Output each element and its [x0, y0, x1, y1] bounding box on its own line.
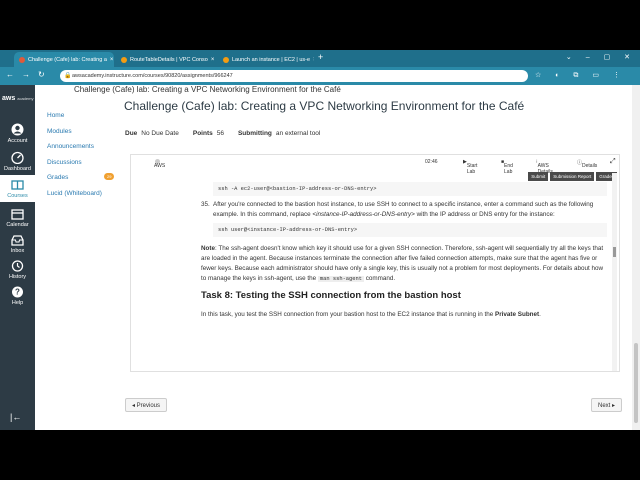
- aws-details-button[interactable]: ⁝ AWS Details: [536, 159, 553, 175]
- previous-button[interactable]: ◂ Previous: [125, 398, 168, 412]
- tab-title: RouteTableDetails | VPC Conso: [130, 56, 208, 63]
- course-nav-lucid[interactable]: Lucid (Whiteboard): [47, 190, 127, 197]
- toolbar-icons[interactable]: ☆ ◐ ⧉ ▭ ⋮: [535, 71, 626, 80]
- screen: Challenge (Cafe) lab: Creating a × Route…: [0, 50, 640, 430]
- end-lab-button[interactable]: ■ End Lab: [501, 159, 513, 175]
- scrollbar-thumb[interactable]: [634, 343, 638, 423]
- due-info: Due No Due Date: [125, 130, 179, 137]
- reload-icon[interactable]: ↻: [38, 70, 45, 79]
- svg-text:?: ?: [15, 288, 20, 297]
- courses-icon: [11, 180, 24, 190]
- browser-tab-canvas[interactable]: Challenge (Cafe) lab: Creating a ×: [14, 52, 114, 67]
- assignment-meta: Due No Due Date Points 56 Submitting an ext…: [125, 130, 320, 137]
- course-nav-modules[interactable]: Modules: [47, 128, 127, 135]
- browser-toolbar: ← → ↻ 🔒 awsacademy.instructure.com/cours…: [0, 67, 640, 85]
- collapse-icon[interactable]: |←: [10, 412, 21, 422]
- lab-scrollbar[interactable]: [612, 173, 617, 371]
- canvas-favicon-icon: [19, 56, 25, 63]
- aws-favicon-icon: [121, 56, 127, 63]
- page-title: Challenge (Cafe) lab: Creating a VPC Net…: [124, 99, 525, 113]
- lab-instructions: ssh -A ec2-user@<bastion-IP-address-or-D…: [201, 179, 607, 369]
- course-nav-home[interactable]: Home: [47, 112, 127, 119]
- global-nav: aws academy Account Dashboard Courses Cal…: [0, 85, 35, 430]
- page-scrollbar[interactable]: [632, 85, 640, 430]
- next-button[interactable]: Next ▸: [591, 398, 623, 412]
- browser-tab-launch-instance[interactable]: Launch an instance | EC2 | us-e ×: [218, 52, 314, 67]
- global-nav-account[interactable]: Account: [0, 120, 35, 146]
- note-paragraph: Note: The ssh-agent doesn't know which k…: [201, 245, 604, 282]
- dashboard-icon: [11, 151, 24, 164]
- global-nav-courses[interactable]: Courses: [0, 175, 35, 202]
- start-lab-button[interactable]: ▶ Start Lab: [463, 159, 477, 175]
- aws-status: AWS: [154, 159, 165, 169]
- task-paragraph: In this task, you test the SSH connectio…: [201, 310, 541, 318]
- aws-favicon-icon: [223, 56, 229, 63]
- account-icon: [11, 123, 24, 136]
- tab-title: Launch an instance | EC2 | us-e: [232, 56, 311, 63]
- lock-icon: 🔒: [64, 73, 72, 79]
- close-tab-icon[interactable]: ×: [208, 57, 215, 63]
- aws-academy-logo[interactable]: aws academy: [2, 95, 33, 102]
- forward-icon[interactable]: →: [22, 70, 30, 79]
- close-tab-icon[interactable]: ×: [310, 57, 314, 63]
- history-icon: [11, 260, 24, 272]
- breadcrumb[interactable]: Challenge (Cafe) lab: Creating a VPC Net…: [74, 85, 341, 94]
- task-heading: Task 8: Testing the SSH connection from …: [201, 290, 461, 302]
- help-icon: ?: [12, 286, 23, 298]
- lab-toolbar: AWS 02:46 ▶ Start Lab ■ End Lab ⁝ AWS De…: [131, 155, 619, 175]
- tab-title: Challenge (Cafe) lab: Creating a: [28, 56, 107, 63]
- global-nav-help[interactable]: ? Help: [0, 283, 35, 309]
- back-icon[interactable]: ←: [6, 70, 14, 79]
- course-nav-discussions[interactable]: Discussions: [47, 159, 127, 166]
- course-nav: Home Modules Announcements Discussions G…: [47, 112, 127, 205]
- code-block: ssh -A ec2-user@<bastion-IP-address-or-D…: [213, 182, 607, 197]
- code-block: ssh user@<instance-IP-address-or-DNS-ent…: [213, 222, 607, 238]
- global-nav-calendar[interactable]: Calendar: [0, 205, 35, 231]
- submitting-info: Submitting an external tool: [237, 130, 321, 137]
- course-nav-announcements[interactable]: Announcements: [47, 143, 127, 150]
- address-bar[interactable]: 🔒 awsacademy.instructure.com/courses/908…: [60, 70, 528, 82]
- course-nav-grades[interactable]: Grades 29: [47, 173, 127, 181]
- global-nav-history[interactable]: History: [0, 257, 35, 283]
- details-button[interactable]: ⓘ Details: [577, 159, 597, 169]
- window-controls[interactable]: ⌄ – ▢ ✕: [566, 53, 636, 61]
- browser-tab-strip: Challenge (Cafe) lab: Creating a × Route…: [0, 50, 640, 67]
- global-nav-dashboard[interactable]: Dashboard: [0, 148, 35, 174]
- step-35: 35. After you're connected to the bastio…: [201, 200, 607, 240]
- expand-icon[interactable]: ⤢: [610, 158, 616, 166]
- lab-timer: 02:46: [425, 159, 438, 165]
- browser-tab-route-table[interactable]: RouteTableDetails | VPC Conso ×: [116, 52, 216, 67]
- inbox-icon: [11, 235, 24, 246]
- new-tab-button[interactable]: +: [318, 52, 323, 62]
- lab-panel: AWS 02:46 ▶ Start Lab ■ End Lab ⁝ AWS De…: [130, 154, 620, 372]
- calendar-icon: [11, 209, 24, 220]
- grades-badge: 29: [104, 173, 115, 180]
- url-text: awsacademy.instructure.com/courses/90820…: [72, 73, 233, 79]
- global-nav-inbox[interactable]: Inbox: [0, 231, 35, 257]
- points-info: Points 56: [192, 130, 224, 137]
- close-tab-icon[interactable]: ×: [107, 57, 114, 63]
